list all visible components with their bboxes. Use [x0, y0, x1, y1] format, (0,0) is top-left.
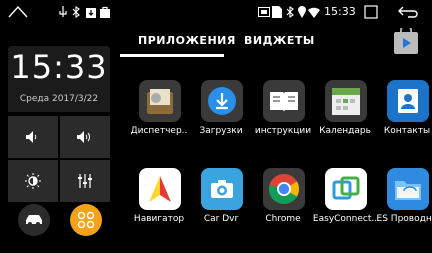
- camera-icon: [201, 168, 243, 210]
- location-icon: [298, 4, 306, 20]
- equalizer-button[interactable]: [60, 160, 110, 202]
- easyconnect-icon: [325, 168, 367, 210]
- app-grid: Диспетчер.. Загрузки инструкции Календар…: [120, 70, 432, 250]
- app-label: Загрузки: [199, 126, 243, 136]
- car-icon: [26, 215, 42, 226]
- download-icon: [201, 80, 243, 122]
- app-calendar[interactable]: Календарь: [314, 74, 376, 154]
- contacts-icon: [387, 80, 429, 122]
- volume-down-button[interactable]: [8, 116, 58, 158]
- clock-widget[interactable]: 15:33 Среда 2017/3/22: [8, 46, 110, 112]
- active-tab-indicator: [120, 54, 224, 57]
- apps-grid-icon: [77, 211, 95, 229]
- app-downloads[interactable]: Загрузки: [190, 74, 252, 154]
- app-task-manager[interactable]: Диспетчер..: [128, 74, 190, 154]
- bluetooth-icon: [72, 4, 80, 20]
- app-label: EasyConnect..: [312, 214, 378, 224]
- app-label: Календарь: [319, 126, 371, 136]
- app-car-dvr[interactable]: Car Dvr: [190, 162, 252, 242]
- app-chrome[interactable]: Chrome: [252, 162, 314, 242]
- status-time: 15:33: [324, 5, 356, 18]
- sim-icon: [272, 4, 282, 20]
- wifi-icon: [308, 4, 320, 20]
- play-store-button[interactable]: [394, 24, 418, 54]
- app-es-explorer[interactable]: ES Проводн..: [376, 162, 432, 242]
- play-store-icon: [394, 24, 418, 54]
- app-label: ES Проводн..: [376, 214, 432, 224]
- tab-apps[interactable]: ПРИЛОЖЕНИЯ: [138, 34, 236, 47]
- app-label: Диспетчер..: [130, 126, 188, 136]
- brightness-icon: [25, 173, 41, 189]
- app-label: Chrome: [265, 214, 301, 224]
- usb-icon: [58, 4, 68, 20]
- car-button[interactable]: [18, 204, 50, 236]
- app-navigator[interactable]: Навигатор: [128, 162, 190, 242]
- app-label: Car Dvr: [203, 214, 239, 224]
- back-icon[interactable]: [398, 4, 418, 20]
- calendar-icon: [325, 80, 367, 122]
- apps-menu-button[interactable]: [70, 204, 102, 236]
- recent-apps-icon[interactable]: [364, 4, 378, 20]
- status-bar: 15:33: [0, 0, 432, 24]
- volume-up-button[interactable]: [60, 116, 110, 158]
- bluetooth-icon: [286, 4, 294, 20]
- book-icon: [263, 80, 305, 122]
- download-box-icon: [86, 4, 96, 20]
- volume-down-icon: [26, 131, 37, 143]
- equalizer-icon: [78, 174, 92, 188]
- app-contacts[interactable]: Контакты: [376, 74, 432, 154]
- quick-controls: [8, 116, 110, 202]
- app-easyconnect[interactable]: EasyConnect..: [313, 162, 377, 242]
- navigator-icon: [139, 168, 181, 210]
- app-label: Контакты: [383, 126, 431, 136]
- clock-time: 15:33: [10, 48, 108, 86]
- tab-widgets[interactable]: ВИДЖЕТЫ: [244, 34, 315, 47]
- left-panel: 15:33 Среда 2017/3/22: [8, 46, 110, 244]
- brightness-button[interactable]: [8, 160, 58, 202]
- clock-date: Среда 2017/3/22: [19, 94, 99, 104]
- app-label: Навигатор: [133, 214, 185, 224]
- es-explorer-icon: [387, 168, 429, 210]
- task-manager-icon: [139, 80, 181, 122]
- shopping-bag-icon: [100, 4, 110, 20]
- chrome-icon: [263, 168, 305, 210]
- app-label: инструкции: [254, 126, 312, 136]
- app-manual[interactable]: инструкции: [252, 74, 314, 154]
- home-outline-icon[interactable]: [8, 4, 28, 20]
- volume-up-icon: [77, 131, 90, 143]
- cast-icon: [258, 4, 270, 20]
